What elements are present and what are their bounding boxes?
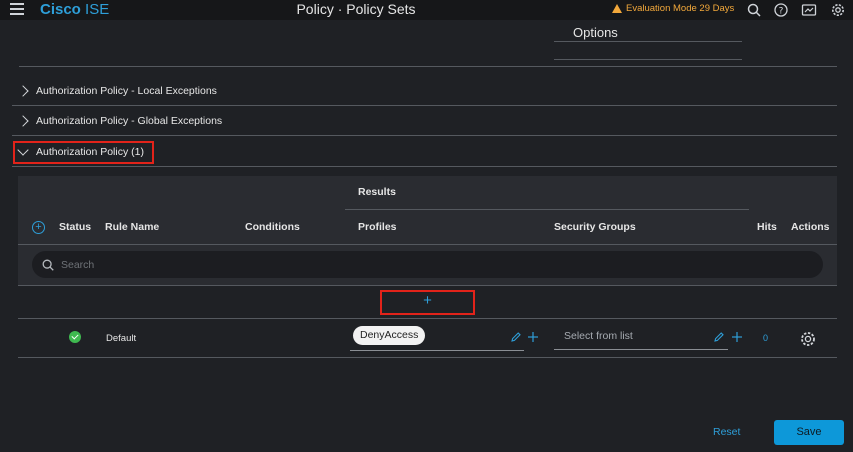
options-label: Options bbox=[573, 25, 618, 40]
profile-field-underline bbox=[350, 350, 524, 351]
column-rule-name[interactable]: Rule Name bbox=[105, 221, 159, 233]
gear-icon[interactable] bbox=[799, 330, 817, 348]
search-icon[interactable] bbox=[746, 2, 762, 18]
header-divider bbox=[18, 244, 837, 245]
top-bar: Cisco ISE Policy · Policy Sets Evaluatio… bbox=[0, 0, 853, 20]
options-divider bbox=[554, 59, 742, 60]
row-divider bbox=[18, 357, 837, 358]
edit-pencil-icon[interactable] bbox=[713, 331, 725, 343]
search-input[interactable] bbox=[61, 258, 761, 271]
svg-text:?: ? bbox=[779, 7, 784, 17]
security-group-underline bbox=[554, 349, 728, 350]
section-local-exceptions[interactable]: Authorization Policy - Local Exceptions bbox=[12, 76, 837, 106]
search-divider bbox=[18, 285, 837, 286]
gear-icon[interactable] bbox=[830, 2, 846, 18]
edit-pencil-icon[interactable] bbox=[510, 331, 522, 343]
column-profiles[interactable]: Profiles bbox=[358, 221, 397, 233]
section-global-exceptions[interactable]: Authorization Policy - Global Exceptions bbox=[12, 106, 837, 136]
dashboard-icon[interactable] bbox=[801, 2, 817, 18]
search-icon bbox=[42, 259, 54, 271]
results-divider bbox=[345, 209, 749, 210]
column-hits[interactable]: Hits bbox=[757, 221, 777, 233]
chevron-right-icon bbox=[17, 114, 29, 127]
search-box[interactable] bbox=[32, 251, 823, 278]
highlight-annotation bbox=[380, 290, 475, 315]
column-security-groups[interactable]: Security Groups bbox=[554, 221, 636, 233]
warning-icon bbox=[612, 4, 622, 13]
rule-name-default[interactable]: Default bbox=[106, 333, 136, 344]
save-button[interactable]: Save bbox=[774, 420, 844, 445]
chevron-right-icon bbox=[17, 84, 29, 97]
hits-count[interactable]: 0 bbox=[763, 333, 768, 343]
column-status[interactable]: Status bbox=[59, 221, 91, 233]
add-profile-icon[interactable] bbox=[527, 331, 539, 343]
results-header: Results bbox=[358, 186, 396, 198]
evaluation-mode-notice[interactable]: Evaluation Mode 29 Days bbox=[612, 3, 734, 14]
page-title: Policy · Policy Sets bbox=[296, 1, 416, 17]
column-actions: Actions bbox=[791, 221, 830, 233]
profile-tag[interactable]: DenyAccess bbox=[353, 326, 426, 345]
section-divider bbox=[19, 66, 837, 67]
column-conditions[interactable]: Conditions bbox=[245, 221, 300, 233]
help-icon[interactable]: ? bbox=[773, 2, 789, 18]
highlight-annotation bbox=[13, 141, 154, 164]
reset-button[interactable]: Reset bbox=[713, 426, 740, 438]
add-rule-icon[interactable]: + bbox=[32, 221, 45, 234]
add-security-group-icon[interactable] bbox=[731, 331, 743, 343]
row-divider bbox=[18, 318, 837, 319]
status-enabled-icon[interactable] bbox=[69, 331, 81, 343]
security-group-select[interactable]: Select from list bbox=[564, 330, 633, 342]
options-divider bbox=[554, 41, 742, 42]
